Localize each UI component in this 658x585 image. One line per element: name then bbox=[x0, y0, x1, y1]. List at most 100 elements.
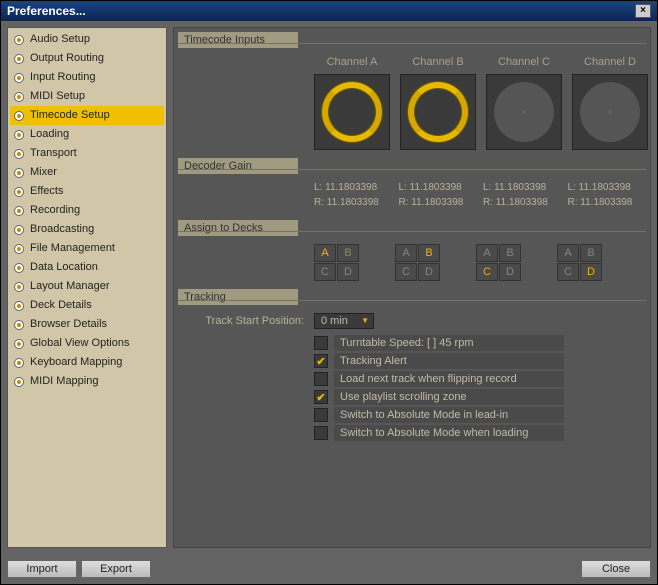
sidebar-item-effects[interactable]: Effects bbox=[10, 182, 164, 201]
section-header-tracking: Tracking bbox=[178, 289, 298, 305]
radio-icon bbox=[14, 111, 24, 121]
signal-ring-icon bbox=[408, 82, 468, 142]
assign-deck-a-button[interactable]: A bbox=[557, 244, 579, 262]
checkbox[interactable] bbox=[314, 408, 328, 422]
tracking-option-row: Switch to Absolute Mode in lead-in bbox=[314, 407, 646, 423]
sidebar-item-midi-setup[interactable]: MIDI Setup bbox=[10, 87, 164, 106]
sidebar-item-loading[interactable]: Loading bbox=[10, 125, 164, 144]
gain-left: L: 11.1803398 bbox=[399, 182, 478, 193]
gain-readout: L: 11.1803398R: 11.1803398 bbox=[483, 182, 562, 212]
sidebar-item-label: Output Routing bbox=[30, 50, 104, 67]
assign-deck-d-button[interactable]: D bbox=[580, 263, 602, 281]
tracking-option-label: Use playlist scrolling zone bbox=[334, 389, 564, 405]
sidebar-item-label: Layout Manager bbox=[30, 278, 110, 295]
radio-icon bbox=[14, 73, 24, 83]
sidebar-item-data-location[interactable]: Data Location bbox=[10, 258, 164, 277]
channel-label: Channel C bbox=[486, 56, 562, 68]
export-button[interactable]: Export bbox=[81, 560, 151, 578]
footer-bar: Import Export Close bbox=[1, 554, 657, 584]
gain-right: R: 11.1803398 bbox=[314, 197, 393, 208]
sidebar-item-browser-details[interactable]: Browser Details bbox=[10, 315, 164, 334]
import-button[interactable]: Import bbox=[7, 560, 77, 578]
assign-deck-d-button[interactable]: D bbox=[337, 263, 359, 281]
sidebar-item-label: Recording bbox=[30, 202, 80, 219]
assign-deck-a-button[interactable]: A bbox=[314, 244, 336, 262]
sidebar-item-global-view-options[interactable]: Global View Options bbox=[10, 334, 164, 353]
sidebar-item-label: Timecode Setup bbox=[30, 107, 110, 124]
radio-icon bbox=[14, 377, 24, 387]
assign-deck-a-button[interactable]: A bbox=[395, 244, 417, 262]
assign-group: ABCD bbox=[476, 244, 521, 281]
preferences-window: Preferences... × Audio SetupOutput Routi… bbox=[0, 0, 658, 585]
no-signal-icon bbox=[494, 82, 554, 142]
tracking-option-label: Turntable Speed: [ ] 45 rpm bbox=[334, 335, 564, 351]
checkbox[interactable] bbox=[314, 372, 328, 386]
sidebar-item-mixer[interactable]: Mixer bbox=[10, 163, 164, 182]
close-button[interactable]: Close bbox=[581, 560, 651, 578]
sidebar-item-layout-manager[interactable]: Layout Manager bbox=[10, 277, 164, 296]
checkbox[interactable] bbox=[314, 426, 328, 440]
tracking-option-row: ✔ Use playlist scrolling zone bbox=[314, 389, 646, 405]
sidebar-item-label: Keyboard Mapping bbox=[30, 354, 122, 371]
radio-icon bbox=[14, 206, 24, 216]
sidebar-item-output-routing[interactable]: Output Routing bbox=[10, 49, 164, 68]
assign-deck-b-button[interactable]: B bbox=[337, 244, 359, 262]
sidebar-item-label: MIDI Setup bbox=[30, 88, 85, 105]
sidebar-item-label: Mixer bbox=[30, 164, 57, 181]
sidebar-item-deck-details[interactable]: Deck Details bbox=[10, 296, 164, 315]
sidebar-item-label: Effects bbox=[30, 183, 63, 200]
gain-left: L: 11.1803398 bbox=[314, 182, 393, 193]
assign-group: ABCD bbox=[557, 244, 602, 281]
channel-b: Channel B bbox=[400, 56, 476, 150]
sidebar-item-label: MIDI Mapping bbox=[30, 373, 98, 390]
section-header-assign-decks: Assign to Decks bbox=[178, 220, 298, 236]
tracking-option-row: Turntable Speed: [ ] 45 rpm bbox=[314, 335, 646, 351]
sidebar-item-recording[interactable]: Recording bbox=[10, 201, 164, 220]
assign-deck-d-button[interactable]: D bbox=[499, 263, 521, 281]
sidebar-item-audio-setup[interactable]: Audio Setup bbox=[10, 30, 164, 49]
assign-deck-b-button[interactable]: B bbox=[580, 244, 602, 262]
tracking-option-label: Switch to Absolute Mode when loading bbox=[334, 425, 564, 441]
sidebar-item-keyboard-mapping[interactable]: Keyboard Mapping bbox=[10, 353, 164, 372]
gain-left: L: 11.1803398 bbox=[568, 182, 647, 193]
assign-deck-c-button[interactable]: C bbox=[395, 263, 417, 281]
channel-label: Channel B bbox=[400, 56, 476, 68]
assign-deck-c-button[interactable]: C bbox=[557, 263, 579, 281]
sidebar-item-label: Broadcasting bbox=[30, 221, 94, 238]
sidebar-item-transport[interactable]: Transport bbox=[10, 144, 164, 163]
assign-deck-b-button[interactable]: B bbox=[499, 244, 521, 262]
tracking-option-label: Tracking Alert bbox=[334, 353, 564, 369]
sidebar-item-input-routing[interactable]: Input Routing bbox=[10, 68, 164, 87]
sidebar-item-file-management[interactable]: File Management bbox=[10, 239, 164, 258]
channel-c: Channel C bbox=[486, 56, 562, 150]
radio-icon bbox=[14, 225, 24, 235]
title-bar: Preferences... × bbox=[1, 1, 657, 21]
checkbox[interactable]: ✔ bbox=[314, 390, 328, 404]
tracking-option-row: ✔ Tracking Alert bbox=[314, 353, 646, 369]
gain-right: R: 11.1803398 bbox=[483, 197, 562, 208]
sidebar-item-broadcasting[interactable]: Broadcasting bbox=[10, 220, 164, 239]
sidebar: Audio SetupOutput RoutingInput RoutingMI… bbox=[7, 27, 167, 548]
radio-icon bbox=[14, 244, 24, 254]
timecode-scope bbox=[572, 74, 648, 150]
checkbox[interactable] bbox=[314, 336, 328, 350]
assign-deck-c-button[interactable]: C bbox=[476, 263, 498, 281]
checkbox[interactable]: ✔ bbox=[314, 354, 328, 368]
decoder-gain-row: L: 11.1803398R: 11.1803398L: 11.1803398R… bbox=[178, 178, 646, 216]
sidebar-item-label: File Management bbox=[30, 240, 115, 257]
signal-ring-icon bbox=[322, 82, 382, 142]
timecode-scope bbox=[314, 74, 390, 150]
assign-deck-d-button[interactable]: D bbox=[418, 263, 440, 281]
channel-label: Channel A bbox=[314, 56, 390, 68]
sidebar-item-midi-mapping[interactable]: MIDI Mapping bbox=[10, 372, 164, 391]
close-icon[interactable]: × bbox=[635, 4, 651, 18]
track-start-select[interactable]: 0 min bbox=[314, 313, 374, 329]
radio-icon bbox=[14, 339, 24, 349]
assign-deck-b-button[interactable]: B bbox=[418, 244, 440, 262]
radio-icon bbox=[14, 35, 24, 45]
assign-deck-c-button[interactable]: C bbox=[314, 263, 336, 281]
assign-deck-a-button[interactable]: A bbox=[476, 244, 498, 262]
assign-group: ABCD bbox=[395, 244, 440, 281]
sidebar-item-timecode-setup[interactable]: Timecode Setup bbox=[10, 106, 164, 125]
radio-icon bbox=[14, 263, 24, 273]
